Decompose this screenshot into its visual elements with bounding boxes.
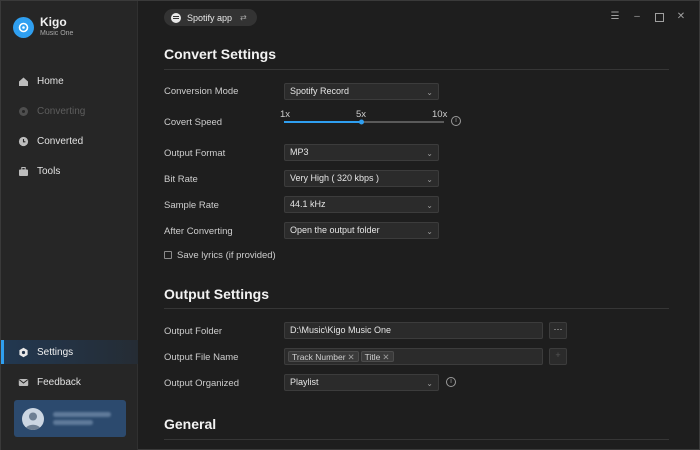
output-organized-select[interactable]: Playlist ⌄ <box>284 374 439 391</box>
mail-icon <box>18 377 29 388</box>
browse-folder-button[interactable]: ··· <box>549 322 567 339</box>
slider-fill <box>284 121 362 123</box>
clock-icon <box>18 136 29 147</box>
info-icon[interactable]: i <box>446 377 456 387</box>
after-converting-label: After Converting <box>164 226 233 237</box>
bit-rate-label: Bit Rate <box>164 174 198 185</box>
sidebar-item-label: Feedback <box>37 376 81 388</box>
chevron-down-icon: ⌄ <box>426 227 433 236</box>
app-window: Kigo Music One Home Converting Converted… <box>0 0 700 450</box>
output-folder-label: Output Folder <box>164 326 223 337</box>
sidebar-item-converted[interactable]: Converted <box>1 129 138 153</box>
after-converting-select[interactable]: Open the output folder ⌄ <box>284 222 439 239</box>
section-divider <box>164 308 669 309</box>
sample-rate-select[interactable]: 44.1 kHz ⌄ <box>284 196 439 213</box>
output-file-name-label: Output File Name <box>164 352 239 363</box>
conversion-mode-label: Conversion Mode <box>164 86 239 97</box>
close-icon[interactable]: ✕ <box>676 11 686 23</box>
sample-rate-value: 44.1 kHz <box>290 199 326 209</box>
output-organized-label: Output Organized <box>164 378 239 389</box>
remove-tag-icon[interactable]: ✕ <box>348 352 355 362</box>
sidebar-item-settings[interactable]: Settings <box>1 340 138 364</box>
save-lyrics-label: Save lyrics (if provided) <box>177 250 276 261</box>
after-converting-value: Open the output folder <box>290 225 380 235</box>
app-subtitle: Music One <box>40 30 74 37</box>
file-name-tag[interactable]: Track Number ✕ <box>288 351 359 362</box>
convert-settings-title: Convert Settings <box>164 46 277 62</box>
sidebar: Kigo Music One Home Converting Converted… <box>1 1 138 450</box>
save-lyrics-checkbox[interactable] <box>164 251 172 259</box>
app-name: Kigo <box>40 15 67 29</box>
output-format-select[interactable]: MP3 ⌄ <box>284 144 439 161</box>
output-format-label: Output Format <box>164 148 226 159</box>
sidebar-item-home[interactable]: Home <box>1 69 138 93</box>
source-switcher[interactable]: Spotify app ⇄ <box>164 9 257 26</box>
file-name-tag[interactable]: Title ✕ <box>360 351 394 362</box>
chevron-down-icon: ⌄ <box>426 88 433 97</box>
sidebar-item-converting[interactable]: Converting <box>1 99 138 123</box>
sidebar-item-feedback[interactable]: Feedback <box>1 370 138 394</box>
avatar <box>22 407 44 430</box>
chevron-down-icon: ⌄ <box>426 201 433 210</box>
convert-speed-slider[interactable] <box>284 118 444 126</box>
slider-thumb[interactable] <box>359 119 364 125</box>
sidebar-item-label: Settings <box>37 346 74 358</box>
section-divider <box>164 439 669 440</box>
spotify-icon <box>171 12 181 23</box>
chevron-down-icon: ⌄ <box>426 379 433 388</box>
minimize-icon[interactable]: – <box>632 11 642 23</box>
sidebar-item-label: Converted <box>37 135 84 147</box>
menu-icon[interactable]: ☰ <box>610 11 620 23</box>
sidebar-item-label: Tools <box>37 165 61 177</box>
source-label: Spotify app <box>187 12 233 23</box>
sample-rate-label: Sample Rate <box>164 200 219 211</box>
sidebar-item-label: Home <box>37 75 64 87</box>
home-icon <box>18 76 29 87</box>
sidebar-item-tools[interactable]: Tools <box>1 159 138 183</box>
output-organized-value: Playlist <box>290 377 319 387</box>
section-divider <box>164 69 669 70</box>
output-folder-input[interactable]: D:\Music\Kigo Music One <box>284 322 543 339</box>
bit-rate-value: Very High ( 320 kbps ) <box>290 173 380 183</box>
conversion-mode-select[interactable]: Spotify Record ⌄ <box>284 83 439 100</box>
chevron-down-icon: ⌄ <box>426 175 433 184</box>
output-format-value: MP3 <box>290 147 309 157</box>
app-logo: Kigo Music One <box>13 16 73 39</box>
output-file-name-field[interactable]: Track Number ✕ Title ✕ <box>284 348 543 365</box>
sidebar-item-label: Converting <box>37 105 86 117</box>
add-tag-button[interactable]: + <box>549 348 567 365</box>
toolbox-icon <box>18 166 29 177</box>
info-icon[interactable]: i <box>451 116 461 126</box>
conversion-mode-value: Spotify Record <box>290 86 350 96</box>
remove-tag-icon[interactable]: ✕ <box>382 352 389 362</box>
bit-rate-select[interactable]: Very High ( 320 kbps ) ⌄ <box>284 170 439 187</box>
output-settings-title: Output Settings <box>164 286 269 302</box>
blurred-user-info <box>53 409 111 428</box>
converting-icon <box>18 106 29 117</box>
gear-icon <box>18 347 29 358</box>
swap-icon: ⇄ <box>240 13 247 22</box>
logo-icon <box>13 17 34 38</box>
user-account-card[interactable] <box>14 400 126 437</box>
general-title: General <box>164 416 217 432</box>
convert-speed-label: Covert Speed <box>164 117 223 128</box>
maximize-icon[interactable] <box>654 11 664 23</box>
chevron-down-icon: ⌄ <box>426 149 433 158</box>
